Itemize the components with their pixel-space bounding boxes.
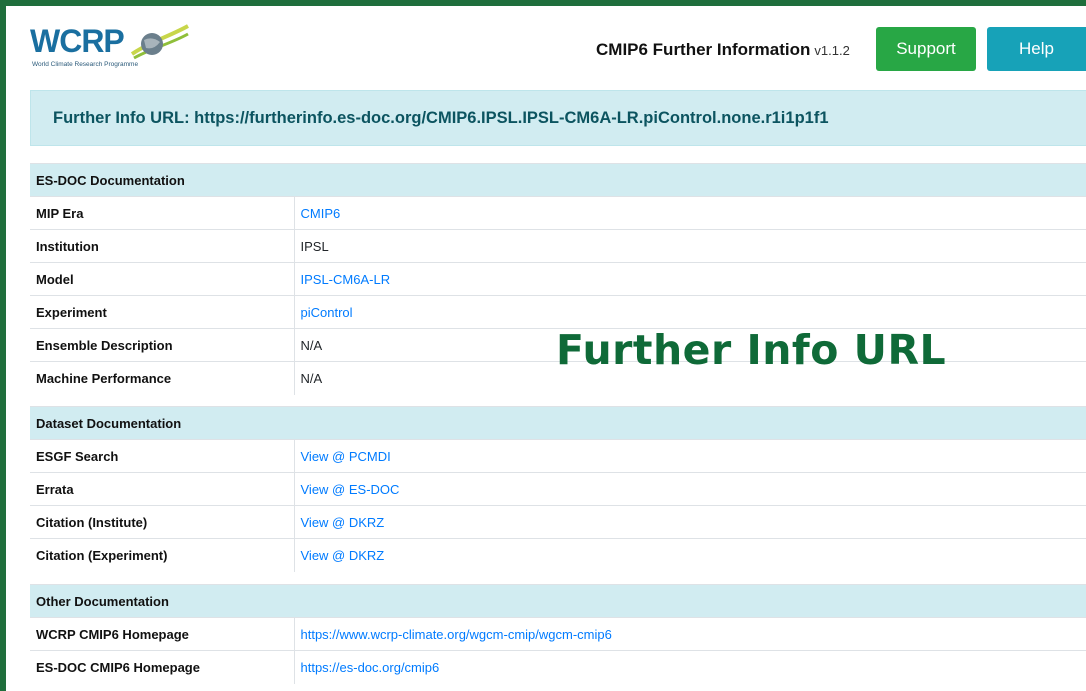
other-doc-table: Other Documentation WCRP CMIP6 Homepage … [30, 584, 1086, 684]
logo-subtitle: World Climate Research Programme [32, 61, 139, 68]
section-heading: ES-DOC Documentation [30, 163, 1086, 197]
citation-institute-link[interactable]: View @ DKRZ [301, 515, 385, 530]
institution-value: IPSL [294, 229, 1086, 263]
mip-era-link[interactable]: CMIP6 [301, 206, 341, 221]
row-label: Machine Performance [30, 361, 295, 395]
support-button[interactable]: Support [876, 27, 976, 71]
section-heading: Other Documentation [30, 584, 1086, 618]
table-row: Errata View @ ES-DOC [30, 472, 1086, 506]
row-label: Model [30, 262, 295, 296]
further-info-url: Further Info URL: https://furtherinfo.es… [53, 108, 829, 127]
version-label: v1.1.2 [814, 43, 850, 58]
table-row: MIP Era CMIP6 [30, 196, 1086, 230]
table-row: ES-DOC CMIP6 Homepage https://es-doc.org… [30, 650, 1086, 684]
table-row: ESGF Search View @ PCMDI [30, 439, 1086, 473]
dataset-doc-table: Dataset Documentation ESGF Search View @… [30, 406, 1086, 572]
row-label: WCRP CMIP6 Homepage [30, 617, 295, 651]
row-label: MIP Era [30, 196, 295, 230]
page-title: CMIP6 Further Information v1.1.2 [596, 40, 850, 60]
row-label: Ensemble Description [30, 328, 295, 362]
table-row: Experiment piControl [30, 295, 1086, 329]
table-row: Institution IPSL [30, 229, 1086, 263]
help-button[interactable]: Help [987, 27, 1086, 71]
row-label: Citation (Institute) [30, 505, 295, 539]
experiment-link[interactable]: piControl [301, 305, 353, 320]
logo-wordmark: WCRP [30, 23, 125, 59]
table-row: Model IPSL-CM6A-LR [30, 262, 1086, 296]
row-label: Institution [30, 229, 295, 263]
row-label: ES-DOC CMIP6 Homepage [30, 650, 295, 684]
globe-icon [130, 24, 189, 60]
esgf-search-link[interactable]: View @ PCMDI [301, 449, 391, 464]
row-label: Errata [30, 472, 295, 506]
wcrp-homepage-link[interactable]: https://www.wcrp-climate.org/wgcm-cmip/w… [301, 627, 612, 642]
model-link[interactable]: IPSL-CM6A-LR [301, 272, 391, 287]
row-label: ESGF Search [30, 439, 295, 473]
wcrp-logo[interactable]: WCRP World Climate Research Programme [30, 24, 190, 76]
section-heading: Dataset Documentation [30, 406, 1086, 440]
es-doc-homepage-link[interactable]: https://es-doc.org/cmip6 [301, 660, 440, 675]
further-info-banner: Further Info URL: https://furtherinfo.es… [30, 90, 1086, 146]
table-row: Citation (Institute) View @ DKRZ [30, 505, 1086, 539]
citation-experiment-link[interactable]: View @ DKRZ [301, 548, 385, 563]
errata-link[interactable]: View @ ES-DOC [301, 482, 400, 497]
table-row: Citation (Experiment) View @ DKRZ [30, 538, 1086, 572]
further-info-overlay-label: Further Info URL [556, 326, 947, 374]
page-title-text: CMIP6 Further Information [596, 40, 811, 59]
row-label: Citation (Experiment) [30, 538, 295, 572]
row-label: Experiment [30, 295, 295, 329]
table-row: WCRP CMIP6 Homepage https://www.wcrp-cli… [30, 617, 1086, 651]
